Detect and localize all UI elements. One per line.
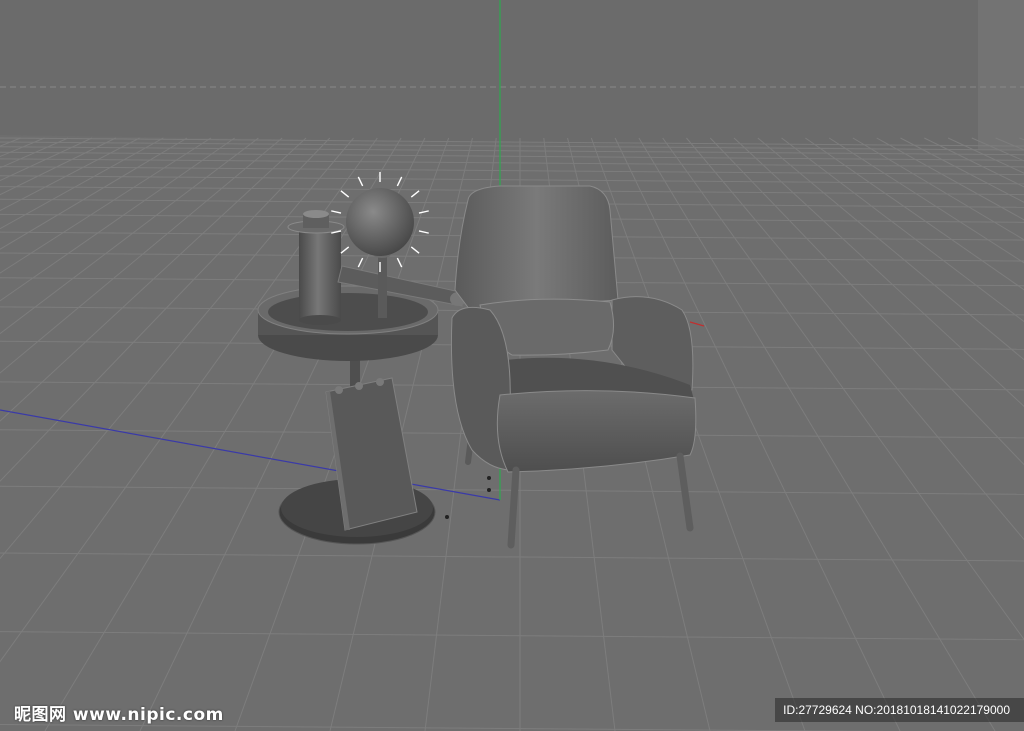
tray-inner <box>268 293 428 331</box>
vertex-dot <box>487 476 491 480</box>
tablet-screw <box>335 386 343 394</box>
tablet-screw <box>355 382 363 390</box>
lamp-stem <box>378 252 387 318</box>
bottle-bottom <box>299 315 341 325</box>
viewport-canvas[interactable] <box>0 0 1024 731</box>
bottle-cap <box>303 210 329 218</box>
chair-backrest <box>454 185 619 311</box>
watermark-id: ID:27729624 NO:20181018141022179000 <box>775 698 1024 722</box>
3d-viewport[interactable]: 昵图网 www.nipic.com ID:27729624 NO:2018101… <box>0 0 1024 731</box>
bottle-body <box>299 230 341 320</box>
watermark-logo: 昵图网 www.nipic.com <box>14 705 224 725</box>
tablet-screw <box>376 378 384 386</box>
chair-leg <box>507 466 520 549</box>
sphere <box>346 188 414 256</box>
vertex-dot <box>445 515 449 519</box>
vertex-dot <box>487 488 491 492</box>
